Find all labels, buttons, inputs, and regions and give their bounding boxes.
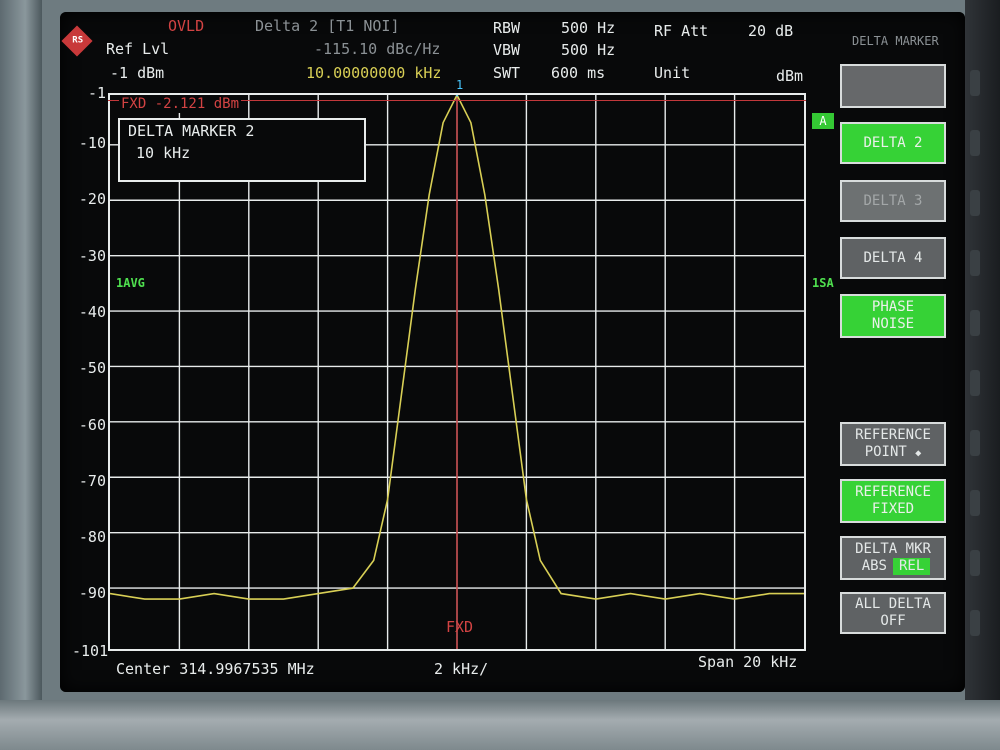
y-tick-label: -10 [78, 134, 106, 152]
all-delta-label-2: OFF [880, 613, 906, 629]
side-knob [970, 130, 980, 156]
rbw-label: RBW [493, 19, 521, 37]
reference-point-label-1: REFERENCE [855, 426, 931, 443]
vbw-value: 500 Hz [561, 41, 616, 59]
fixed-reference-label: FXD -2.121 dBm [119, 95, 242, 113]
trace-avg-indicator: 1AVG [116, 276, 145, 290]
delta-3-label: DELTA 3 [863, 192, 923, 209]
side-knob [970, 310, 980, 336]
all-delta-off-softkey[interactable]: ALL DELTA OFF [840, 592, 946, 634]
delta-2-label: DELTA 2 [863, 134, 923, 151]
side-knob [970, 610, 980, 636]
softkey-blank[interactable] [840, 64, 946, 108]
unit-value: dBm [776, 67, 804, 85]
swt-value: 600 ms [551, 64, 606, 82]
ref-level-label: Ref Lvl [106, 40, 170, 58]
center-frequency: Center 314.9967535 MHz [116, 660, 315, 678]
side-knob [970, 430, 980, 456]
y-tick-label: -80 [78, 528, 106, 546]
all-delta-label-1: ALL DELTA [855, 596, 931, 612]
delta-mkr-label: DELTA MKR [855, 541, 931, 557]
overload-indicator: OVLD [168, 17, 205, 35]
rf-att-value: 20 dB [748, 22, 794, 40]
side-knob [970, 490, 980, 516]
trace-a-badge: A [812, 113, 834, 129]
side-knob [970, 250, 980, 276]
side-knob [970, 190, 980, 216]
side-knob [970, 70, 980, 96]
ref-level-value: -1 dBm [110, 64, 165, 82]
phase-noise-softkey[interactable]: PHASE NOISE [840, 294, 946, 338]
delta-2-softkey[interactable]: DELTA 2 [840, 122, 946, 164]
instrument-bezel-left [0, 0, 42, 750]
delta-marker-frequency: 10.00000000 kHz [306, 64, 442, 82]
rbw-value: 500 Hz [561, 19, 616, 37]
side-knob [970, 370, 980, 396]
y-tick-label: -50 [78, 359, 106, 377]
y-tick-label: -30 [78, 247, 106, 265]
y-tick-label: -1 [87, 84, 106, 102]
marker-info-box: DELTA MARKER 2 10 kHz [118, 118, 366, 182]
reference-point-label-2: POINT [864, 443, 907, 460]
delta-mkr-softkey[interactable]: DELTA MKR ABS REL [840, 536, 946, 580]
span-value: Span 20 kHz [698, 653, 798, 671]
marker-box-value: 10 kHz [136, 144, 191, 162]
span-per-division: 2 kHz/ [434, 660, 489, 678]
reference-point-softkey[interactable]: REFERENCE POINT ◆ [840, 422, 946, 466]
vbw-label: VBW [493, 41, 521, 59]
y-tick-label: -101 [72, 642, 109, 660]
delta-4-softkey[interactable]: DELTA 4 [840, 237, 946, 279]
delta-3-softkey[interactable]: DELTA 3 [840, 180, 946, 222]
y-tick-label: -60 [78, 416, 106, 434]
y-tick-label: -20 [78, 190, 106, 208]
sweep-avg-indicator: 1SA [812, 276, 834, 290]
reference-fixed-label-2: FIXED [871, 501, 915, 517]
reference-point-label-row: POINT ◆ [842, 444, 944, 462]
reference-fixed-label-1: REFERENCE [855, 484, 931, 500]
instrument-bezel-bottom [0, 700, 1000, 750]
delta-4-label: DELTA 4 [863, 249, 923, 266]
softkey-menu-title: DELTA MARKER [852, 34, 939, 48]
side-knob [970, 550, 980, 576]
delta-marker-title: Delta 2 [T1 NOI] [255, 17, 400, 35]
reference-fixed-softkey[interactable]: REFERENCE FIXED [840, 479, 946, 523]
diamond-icon: ◆ [915, 447, 922, 459]
swt-label: SWT [493, 64, 521, 82]
phase-noise-label-2: NOISE [871, 316, 915, 332]
marker-1-triangle-icon [455, 95, 459, 97]
delta-mkr-abs-option[interactable]: ABS [856, 558, 893, 575]
y-tick-label: -90 [78, 584, 106, 602]
y-tick-label: -70 [78, 472, 106, 490]
phase-noise-label-1: PHASE [871, 299, 915, 315]
rf-att-label: RF Att [654, 22, 709, 40]
unit-label: Unit [654, 64, 691, 82]
delta-mkr-rel-option[interactable]: REL [893, 558, 931, 575]
y-tick-label: -40 [78, 303, 106, 321]
marker-1-label: 1 [456, 78, 464, 92]
delta-marker-value: -115.10 dBc/Hz [314, 40, 441, 58]
abs-rel-toggle[interactable]: ABS REL [842, 558, 944, 575]
fixed-marker-bottom-label: FXD [446, 618, 474, 636]
marker-box-title: DELTA MARKER 2 [128, 122, 255, 140]
